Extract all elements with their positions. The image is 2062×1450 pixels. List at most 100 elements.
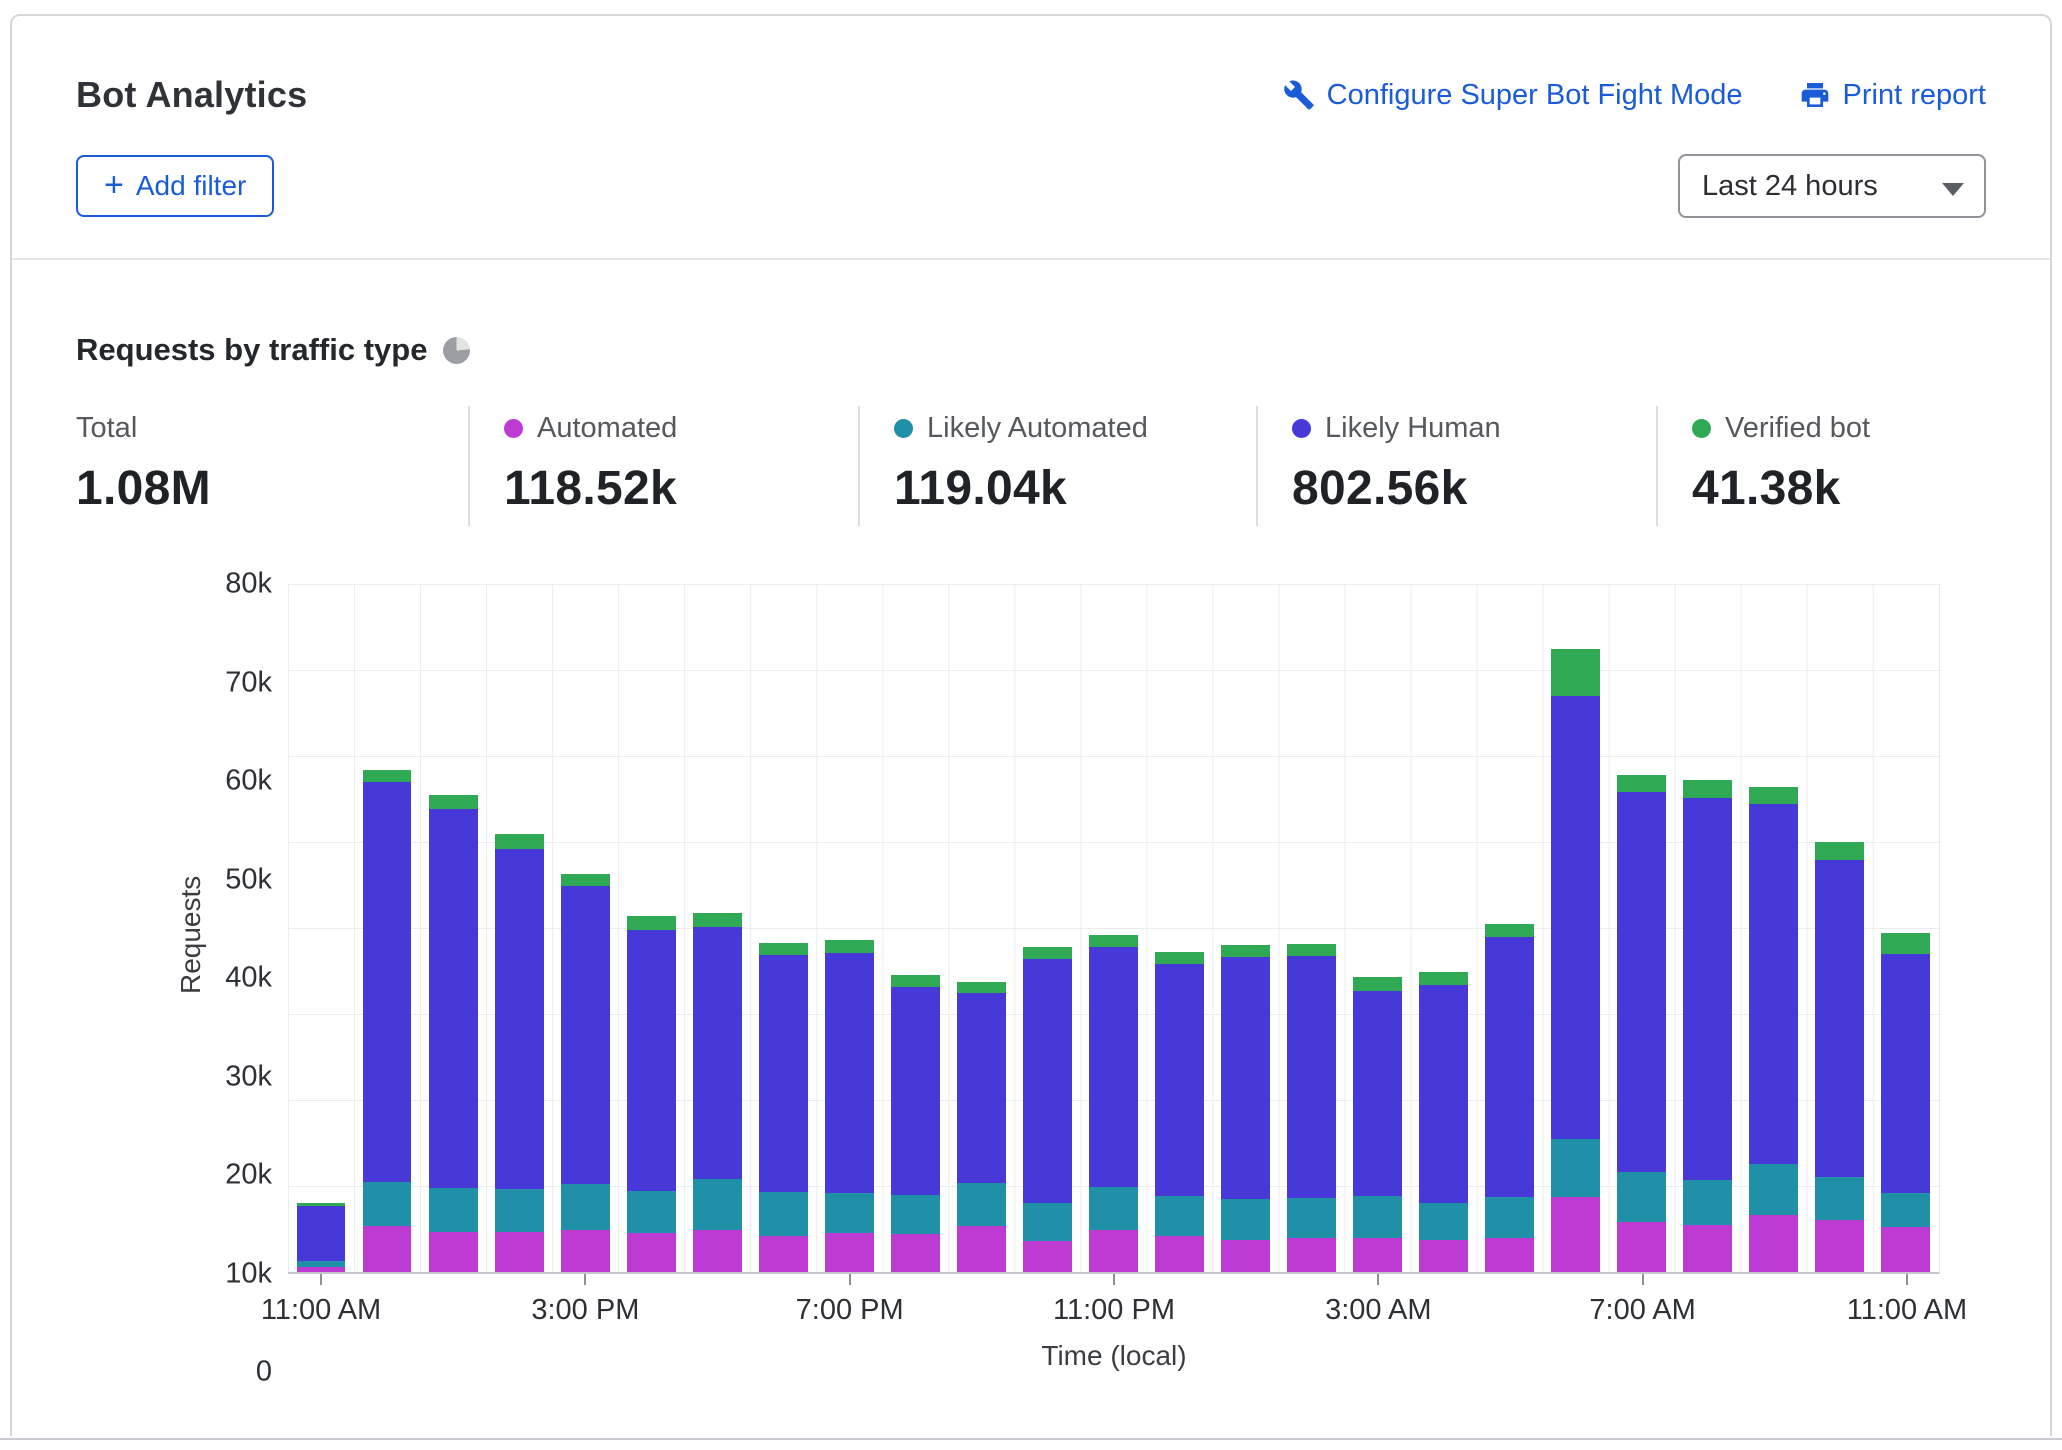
bar-segment-automated[interactable] [693, 1230, 742, 1272]
bar-segment-verified-bot[interactable] [1419, 972, 1468, 985]
stacked-bar[interactable] [1155, 584, 1204, 1272]
bar-segment-verified-bot[interactable] [363, 770, 412, 782]
stacked-bar[interactable] [1617, 584, 1666, 1272]
stacked-bar[interactable] [627, 584, 676, 1272]
bar-segment-automated[interactable] [1353, 1238, 1402, 1272]
bar-segment-likely-automated[interactable] [759, 1192, 808, 1236]
stacked-bar[interactable] [1023, 584, 1072, 1272]
stacked-bar[interactable] [561, 584, 610, 1272]
stacked-bar[interactable] [1749, 584, 1798, 1272]
bar-segment-automated[interactable] [1485, 1238, 1534, 1272]
bar-segment-likely-human[interactable] [825, 953, 874, 1193]
bar-segment-likely-automated[interactable] [1881, 1193, 1930, 1227]
bar-segment-likely-human[interactable] [1287, 956, 1336, 1198]
bar-segment-likely-human[interactable] [1089, 947, 1138, 1187]
bar-segment-likely-human[interactable] [1881, 954, 1930, 1193]
bar-segment-verified-bot[interactable] [891, 975, 940, 986]
bar-segment-automated[interactable] [1287, 1238, 1336, 1272]
bar-segment-likely-automated[interactable] [363, 1182, 412, 1226]
bar-segment-automated[interactable] [429, 1232, 478, 1272]
bar-segment-verified-bot[interactable] [1353, 977, 1402, 991]
stacked-bar[interactable] [693, 584, 742, 1272]
bar-segment-automated[interactable] [627, 1233, 676, 1272]
bar-segment-verified-bot[interactable] [429, 795, 478, 810]
stacked-bar[interactable] [1815, 584, 1864, 1272]
bar-segment-automated[interactable] [1683, 1225, 1732, 1272]
bar-segment-verified-bot[interactable] [1155, 952, 1204, 964]
configure-super-bot-fight-mode-link[interactable]: Configure Super Bot Fight Mode [1283, 79, 1743, 112]
stacked-bar[interactable] [1419, 584, 1468, 1272]
stacked-bar[interactable] [759, 584, 808, 1272]
bar-segment-likely-automated[interactable] [429, 1188, 478, 1232]
bar-segment-likely-automated[interactable] [957, 1183, 1006, 1226]
bar-segment-likely-human[interactable] [1617, 792, 1666, 1172]
bar-segment-automated[interactable] [1749, 1215, 1798, 1272]
bar-segment-likely-human[interactable] [561, 886, 610, 1184]
bar-segment-likely-human[interactable] [495, 849, 544, 1189]
bar-segment-likely-human[interactable] [1551, 696, 1600, 1139]
stacked-bar[interactable] [1683, 584, 1732, 1272]
bar-segment-verified-bot[interactable] [1749, 787, 1798, 804]
bar-segment-likely-automated[interactable] [1485, 1197, 1534, 1238]
bar-segment-likely-automated[interactable] [1089, 1187, 1138, 1230]
bar-segment-verified-bot[interactable] [759, 943, 808, 955]
bar-segment-automated[interactable] [1023, 1241, 1072, 1272]
bar-segment-likely-automated[interactable] [1683, 1180, 1732, 1225]
bar-segment-likely-automated[interactable] [1023, 1203, 1072, 1241]
bar-segment-likely-human[interactable] [1485, 937, 1534, 1197]
bar-segment-verified-bot[interactable] [1881, 933, 1930, 954]
bar-segment-likely-automated[interactable] [825, 1193, 874, 1233]
bar-segment-automated[interactable] [561, 1230, 610, 1272]
add-filter-button[interactable]: + Add filter [76, 155, 274, 217]
time-range-select[interactable]: Last 24 hours [1678, 154, 1986, 218]
bar-segment-verified-bot[interactable] [1089, 935, 1138, 947]
bar-segment-verified-bot[interactable] [693, 913, 742, 927]
stacked-bar[interactable] [1353, 584, 1402, 1272]
bar-segment-verified-bot[interactable] [1617, 775, 1666, 792]
bar-segment-automated[interactable] [759, 1236, 808, 1272]
stacked-bar[interactable] [363, 584, 412, 1272]
bar-segment-verified-bot[interactable] [1287, 944, 1336, 956]
bar-segment-automated[interactable] [495, 1232, 544, 1272]
bar-segment-verified-bot[interactable] [1815, 842, 1864, 860]
bar-segment-likely-human[interactable] [1221, 957, 1270, 1199]
bar-segment-likely-human[interactable] [1419, 985, 1468, 1203]
bar-segment-likely-human[interactable] [429, 809, 478, 1187]
bar-segment-likely-automated[interactable] [693, 1179, 742, 1230]
bar-segment-automated[interactable] [1551, 1197, 1600, 1272]
bar-segment-likely-automated[interactable] [1353, 1196, 1402, 1237]
bar-segment-likely-automated[interactable] [891, 1195, 940, 1235]
bar-segment-verified-bot[interactable] [825, 940, 874, 953]
bar-segment-verified-bot[interactable] [1023, 947, 1072, 959]
bar-segment-verified-bot[interactable] [957, 982, 1006, 993]
bar-segment-likely-automated[interactable] [1155, 1196, 1204, 1236]
bar-segment-verified-bot[interactable] [1485, 924, 1534, 938]
bar-segment-likely-human[interactable] [1749, 804, 1798, 1163]
bar-segment-automated[interactable] [363, 1226, 412, 1272]
bar-segment-likely-automated[interactable] [1617, 1172, 1666, 1222]
stacked-bar[interactable] [429, 584, 478, 1272]
bar-segment-likely-automated[interactable] [1815, 1177, 1864, 1220]
stacked-bar[interactable] [1881, 584, 1930, 1272]
bar-segment-automated[interactable] [891, 1234, 940, 1272]
stacked-bar[interactable] [891, 584, 940, 1272]
stacked-bar[interactable] [1221, 584, 1270, 1272]
bar-segment-likely-human[interactable] [1683, 798, 1732, 1180]
bar-segment-likely-human[interactable] [297, 1206, 346, 1261]
bar-segment-likely-automated[interactable] [1749, 1164, 1798, 1216]
stacked-bar[interactable] [1551, 584, 1600, 1272]
bar-segment-likely-automated[interactable] [627, 1191, 676, 1233]
bar-segment-automated[interactable] [297, 1267, 346, 1272]
bar-segment-likely-human[interactable] [1815, 860, 1864, 1177]
stacked-bar[interactable] [957, 584, 1006, 1272]
bar-segment-automated[interactable] [957, 1226, 1006, 1272]
bar-segment-verified-bot[interactable] [1551, 649, 1600, 696]
bar-segment-likely-automated[interactable] [561, 1184, 610, 1230]
bar-segment-likely-automated[interactable] [1287, 1198, 1336, 1238]
bar-segment-verified-bot[interactable] [1221, 945, 1270, 957]
bar-segment-automated[interactable] [1221, 1240, 1270, 1272]
bar-segment-automated[interactable] [1419, 1240, 1468, 1272]
stacked-bar[interactable] [297, 584, 346, 1272]
bar-segment-verified-bot[interactable] [1683, 780, 1732, 798]
bar-segment-automated[interactable] [1089, 1230, 1138, 1272]
